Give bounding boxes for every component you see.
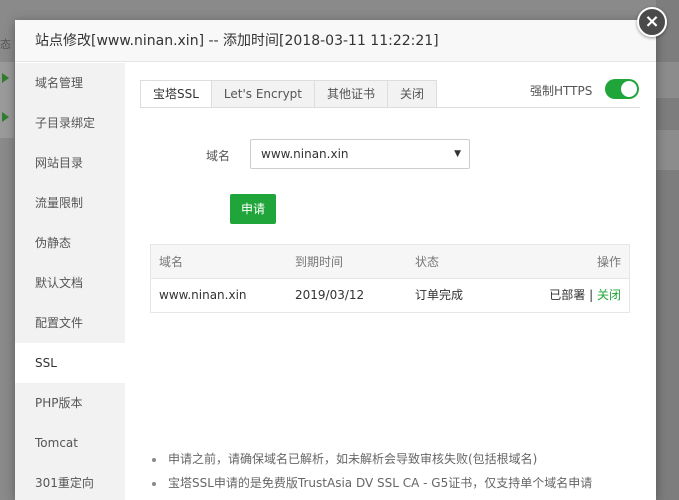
tab-other-certificate[interactable]: 其他证书 — [315, 80, 389, 108]
deployed-text: 已部署 — [549, 288, 586, 302]
toggle-knob — [621, 81, 637, 97]
table-header: 域名 到期时间 状态 操作 — [151, 245, 629, 279]
sidebar-item-default-document[interactable]: 默认文档 — [15, 263, 125, 303]
play-icon — [2, 112, 9, 122]
tab-close[interactable]: 关闭 — [388, 80, 438, 108]
header-expiry: 到期时间 — [295, 255, 344, 269]
cell-expiry: 2019/03/12 — [295, 288, 365, 302]
ssl-tabs: 宝塔SSL Let's Encrypt 其他证书 关闭 — [140, 80, 438, 108]
domain-select-value: www.ninan.xin — [261, 147, 349, 161]
cell-actions: 已部署 | 关闭 — [505, 279, 629, 312]
sidebar-item-rewrite[interactable]: 伪静态 — [15, 223, 125, 263]
force-https-toggle[interactable] — [605, 79, 639, 99]
close-icon[interactable]: × — [637, 7, 667, 37]
sidebar-item-ssl[interactable]: SSL — [15, 343, 125, 383]
list-item: 申请之前，请确保域名已解析，如未解析会导致审核失败(包括根域名) — [150, 447, 650, 471]
notes-list: 申请之前，请确保域名已解析，如未解析会导致审核失败(包括根域名) 宝塔SSL申请… — [150, 447, 650, 495]
cell-domain: www.ninan.xin — [159, 288, 247, 302]
note-text: 宝塔SSL申请的是免费版TrustAsia DV SSL CA - G5证书，仅… — [168, 476, 593, 490]
apply-button[interactable]: 申请 — [230, 194, 276, 224]
background-text-fragment: 态 — [0, 38, 11, 51]
sidebar-item-traffic-limit[interactable]: 流量限制 — [15, 183, 125, 223]
tab-divider — [140, 107, 640, 108]
dialog-body: 域名管理 子目录绑定 网站目录 流量限制 伪静态 默认文档 配置文件 SSL P… — [15, 63, 656, 500]
caret-down-icon: ▼ — [454, 149, 461, 159]
bullet-icon — [152, 458, 156, 462]
close-ssl-link[interactable]: 关闭 — [597, 288, 621, 302]
sidebar-item-config-file[interactable]: 配置文件 — [15, 303, 125, 343]
action-separator: | — [589, 288, 594, 302]
sidebar: 域名管理 子目录绑定 网站目录 流量限制 伪静态 默认文档 配置文件 SSL P… — [15, 63, 125, 500]
domain-select[interactable]: www.ninan.xin ▼ — [250, 139, 470, 169]
bullet-icon — [152, 482, 156, 486]
ssl-panel: 宝塔SSL Let's Encrypt 其他证书 关闭 强制HTTPS 域名 w… — [125, 63, 656, 500]
site-edit-dialog: 站点修改[www.ninan.xin] -- 添加时间[2018-03-11 1… — [15, 20, 656, 500]
list-item: 宝塔SSL申请的是免费版TrustAsia DV SSL CA - G5证书，仅… — [150, 471, 650, 495]
sidebar-item-301-redirect[interactable]: 301重定向 — [15, 463, 125, 500]
sidebar-item-site-directory[interactable]: 网站目录 — [15, 143, 125, 183]
force-https-label: 强制HTTPS — [530, 84, 593, 98]
header-status: 状态 — [415, 255, 440, 269]
tab-bt-ssl[interactable]: 宝塔SSL — [140, 80, 212, 108]
sidebar-item-domain-management[interactable]: 域名管理 — [15, 63, 125, 103]
background-right-edge — [656, 0, 679, 500]
tab-lets-encrypt[interactable]: Let's Encrypt — [211, 80, 315, 108]
domain-label: 域名 — [206, 149, 231, 163]
sidebar-item-subdirectory-binding[interactable]: 子目录绑定 — [15, 103, 125, 143]
sidebar-item-tomcat[interactable]: Tomcat — [15, 423, 125, 463]
header-domain: 域名 — [159, 255, 184, 269]
play-icon — [2, 73, 9, 83]
certificate-table: 域名 到期时间 状态 操作 www.ninan.xin 2019/03/12 订… — [150, 244, 630, 313]
header-actions: 操作 — [596, 255, 621, 269]
table-row: www.ninan.xin 2019/03/12 订单完成 已部署 | 关闭 — [151, 279, 629, 312]
cell-status: 订单完成 — [415, 288, 464, 302]
note-text: 申请之前，请确保域名已解析，如未解析会导致审核失败(包括根域名) — [168, 452, 538, 466]
dialog-title: 站点修改[www.ninan.xin] -- 添加时间[2018-03-11 1… — [15, 20, 656, 62]
sidebar-item-php-version[interactable]: PHP版本 — [15, 383, 125, 423]
